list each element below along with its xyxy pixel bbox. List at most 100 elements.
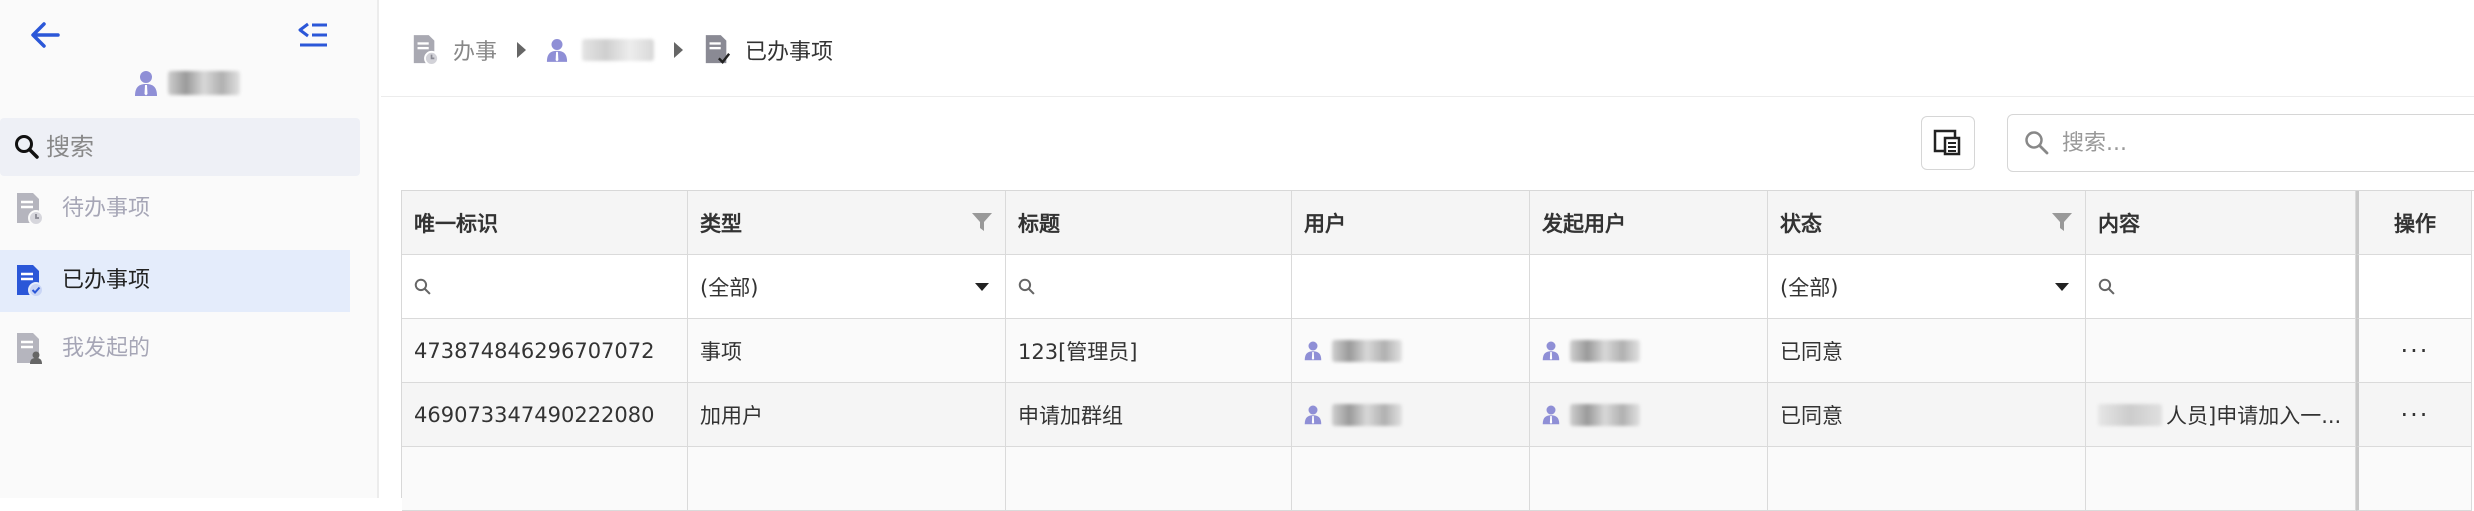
column-header-label: 操作	[2394, 211, 2436, 236]
cell-content: 人员]申请加入一...	[2086, 383, 2356, 447]
cell-initiator	[1530, 319, 1768, 383]
empty-cell	[1768, 447, 2086, 511]
filter-actions	[2356, 255, 2472, 319]
more-options-icon: ···	[2400, 400, 2430, 429]
sidebar-item-done[interactable]: 已办事项	[0, 250, 350, 312]
filter-type-value: (全部)	[700, 275, 759, 300]
column-header-label: 状态	[1780, 211, 1822, 236]
column-header-label: 唯一标识	[414, 211, 498, 236]
search-icon	[2098, 278, 2115, 295]
column-chooser-button[interactable]	[1921, 116, 1975, 170]
filter-status-value: (全部)	[1780, 275, 1839, 300]
filter-initiator	[1530, 255, 1768, 319]
breadcrumb-root[interactable]: 办事	[453, 34, 497, 66]
grid-search-input[interactable]	[2062, 130, 2474, 156]
initiated-document-icon	[17, 333, 42, 364]
current-user	[134, 66, 240, 100]
dropdown-arrow-icon	[2055, 283, 2069, 291]
sidebar-item-todo[interactable]: 待办事项	[0, 178, 350, 240]
column-header-user[interactable]: 用户	[1292, 191, 1530, 255]
column-header-label: 内容	[2098, 211, 2140, 236]
filter-user	[1292, 255, 1530, 319]
sidebar-item-label: 待办事项	[62, 196, 151, 221]
user-name-redacted	[1570, 403, 1640, 426]
cell-title: 申请加群组	[1006, 383, 1292, 447]
empty-cell	[688, 447, 1006, 511]
breadcrumb-current: 已办事项	[745, 40, 834, 65]
empty-cell	[2356, 447, 2472, 511]
sidebar-search-input[interactable]	[46, 133, 346, 161]
collapse-menu-icon	[298, 22, 327, 47]
cell-content-text: 人员]申请加入一...	[2166, 403, 2342, 428]
user-icon	[546, 39, 568, 62]
empty-cell	[402, 447, 688, 511]
search-icon	[15, 135, 39, 159]
sidebar-item-label: 已办事项	[62, 268, 151, 293]
breadcrumb-separator-icon	[674, 42, 684, 58]
table-row[interactable]: 469073347490222080 加用户 申请加群组 已同意 人员]申请加入…	[402, 383, 2472, 447]
column-header-label: 类型	[700, 211, 742, 236]
done-document-icon	[705, 35, 731, 64]
grid-search[interactable]	[2007, 114, 2474, 172]
column-header-status[interactable]: 状态	[1768, 191, 2086, 255]
column-header-content[interactable]: 内容	[2086, 191, 2356, 255]
cell-status: 已同意	[1768, 383, 2086, 447]
cell-id: 469073347490222080	[402, 383, 688, 447]
user-name-redacted	[1332, 339, 1402, 362]
filter-content[interactable]	[2086, 255, 2356, 319]
column-header-label: 用户	[1304, 211, 1346, 236]
sidebar-item-label: 我发起的	[62, 336, 151, 361]
user-icon	[1304, 341, 1322, 361]
column-header-initiator[interactable]: 发起用户	[1530, 191, 1768, 255]
dropdown-arrow-icon	[975, 283, 989, 291]
main-content: 办事 已办事项 搜索... 唯一标识 类型 标题 用户 发起用户 状态 内容 操…	[381, 0, 2474, 511]
breadcrumb-separator-icon	[517, 42, 527, 58]
header-divider	[381, 96, 2474, 97]
cell-user	[1292, 319, 1530, 383]
column-header-label: 发起用户	[1542, 211, 1626, 236]
empty-row	[402, 447, 2472, 511]
arrow-left-icon	[31, 22, 60, 48]
filter-status-select[interactable]: (全部)	[1768, 255, 2086, 319]
column-chooser-icon	[1933, 129, 1961, 156]
column-header-id[interactable]: 唯一标识	[402, 191, 688, 255]
collapse-sidebar-button[interactable]	[296, 18, 330, 52]
row-actions-button[interactable]: ···	[2356, 319, 2472, 383]
user-name-redacted	[1570, 339, 1640, 362]
more-options-icon: ···	[2400, 336, 2430, 365]
sidebar-search[interactable]	[0, 118, 360, 176]
content-redacted	[2098, 403, 2162, 426]
data-grid: 唯一标识 类型 标题 用户 发起用户 状态 内容 操作 (全部) (全部) 47…	[401, 190, 2474, 511]
user-icon	[1304, 405, 1322, 425]
breadcrumb: 办事 已办事项	[411, 30, 833, 70]
todo-document-icon	[413, 35, 439, 66]
user-icon	[1542, 341, 1560, 361]
row-actions-button[interactable]: ···	[2356, 383, 2472, 447]
empty-cell	[1006, 447, 1292, 511]
cell-content	[2086, 319, 2356, 383]
sidebar: 待办事项 已办事项 我发起的	[0, 0, 379, 498]
filter-type-select[interactable]: (全部)	[688, 255, 1006, 319]
done-document-icon	[17, 265, 44, 298]
empty-cell	[1530, 447, 1768, 511]
filter-funnel-icon[interactable]	[2051, 211, 2073, 233]
filter-id[interactable]	[402, 255, 688, 319]
cell-title: 123[管理员]	[1006, 319, 1292, 383]
column-header-title[interactable]: 标题	[1006, 191, 1292, 255]
back-button[interactable]	[28, 18, 62, 52]
cell-type: 事项	[688, 319, 1006, 383]
column-header-label: 标题	[1018, 211, 1060, 236]
search-icon	[2025, 131, 2049, 155]
filter-title[interactable]	[1006, 255, 1292, 319]
cell-status: 已同意	[1768, 319, 2086, 383]
table-row[interactable]: 473874846296707072 事项 123[管理员] 已同意 ···	[402, 319, 2472, 383]
filter-funnel-icon[interactable]	[971, 211, 993, 233]
breadcrumb-user-redacted[interactable]	[582, 39, 655, 61]
column-header-type[interactable]: 类型	[688, 191, 1006, 255]
cell-id: 473874846296707072	[402, 319, 688, 383]
empty-cell	[1292, 447, 1530, 511]
column-header-actions: 操作	[2356, 191, 2472, 255]
search-icon	[414, 278, 431, 295]
empty-cell	[2086, 447, 2356, 511]
sidebar-item-initiated[interactable]: 我发起的	[0, 318, 350, 380]
